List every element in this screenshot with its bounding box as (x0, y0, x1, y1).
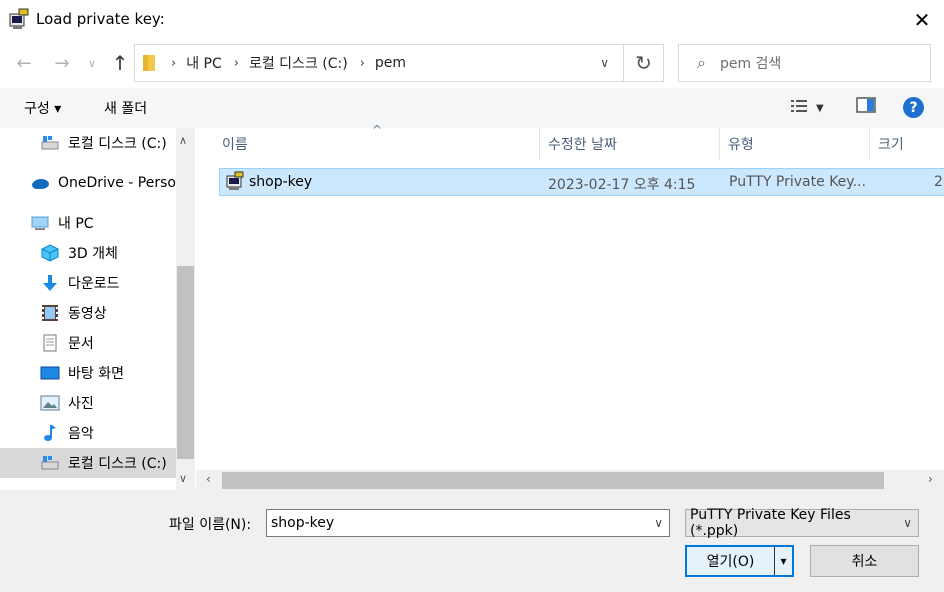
nav-item-local-disk-top[interactable]: 로컬 디스크 (C:) (0, 128, 176, 158)
breadcrumb-separator: › (359, 55, 365, 71)
music-icon (40, 424, 60, 442)
file-type-cell: PuTTY Private Key... (729, 174, 866, 190)
putty-key-icon (8, 8, 30, 30)
nav-item-label: 다운로드 (68, 276, 120, 292)
change-view-button[interactable]: ▼ (790, 96, 838, 120)
horizontal-scrollbar-thumb[interactable] (222, 472, 884, 489)
nav-item-label: 바탕 화면 (68, 366, 124, 382)
address-dropdown-button[interactable]: ∨ (600, 56, 609, 70)
open-button[interactable]: 열기(O) ▾ (685, 545, 794, 577)
filename-history-dropdown-icon[interactable]: ∨ (654, 516, 663, 530)
scroll-right-icon[interactable]: › (928, 472, 933, 486)
nav-item-3d-objects[interactable]: 3D 개체 (0, 238, 176, 268)
dialog-footer (0, 490, 944, 592)
breadcrumb-separator: › (171, 55, 177, 71)
column-header-label: 크기 (878, 137, 904, 153)
filename-input[interactable]: shop-key ∨ (266, 509, 670, 537)
column-header-name[interactable]: 이름 (214, 128, 540, 160)
file-size-cell: 2 (934, 174, 943, 190)
nav-item-music[interactable]: 음악 (0, 418, 176, 448)
scroll-down-icon[interactable]: ∨ (179, 472, 187, 485)
column-header-modified[interactable]: 수정한 날짜 (540, 128, 720, 160)
filename-value: shop-key (271, 515, 335, 531)
nav-item-label: 문서 (68, 336, 94, 352)
nav-item-label: 동영상 (68, 306, 107, 322)
ppk-file-icon (225, 171, 245, 191)
drive-icon (40, 134, 60, 152)
open-button-label: 열기(O) (706, 554, 755, 570)
nav-item-label: 사진 (68, 396, 94, 412)
up-button[interactable]: ↑ (106, 48, 134, 78)
breadcrumb-local-disk[interactable]: 로컬 디스크 (C:) (249, 53, 348, 73)
desktop-icon (40, 364, 60, 382)
video-icon (40, 304, 60, 322)
nav-item-label: 로컬 디스크 (C:) (68, 136, 167, 152)
nav-item-label: 로컬 디스크 (C:) (68, 456, 167, 472)
filename-label: 파일 이름(N): (169, 517, 252, 533)
preview-pane-button[interactable] (856, 96, 880, 120)
search-input[interactable]: ⌕ pem 검색 (678, 44, 931, 82)
folder-icon (143, 54, 157, 72)
computer-icon (30, 214, 50, 232)
nav-item-onedrive[interactable]: OneDrive - Persor (0, 168, 176, 198)
cloud-icon (30, 174, 50, 192)
nav-item-my-pc[interactable]: 내 PC (0, 208, 176, 238)
scroll-left-icon[interactable]: ‹ (206, 472, 211, 486)
nav-item-label: OneDrive - Persor (58, 175, 176, 191)
recent-locations-button[interactable]: ∨ (82, 48, 102, 78)
window-title: Load private key: (36, 10, 165, 28)
download-icon (40, 274, 60, 292)
picture-icon (40, 394, 60, 412)
refresh-button[interactable]: ↻ (623, 44, 664, 82)
filetype-value: PuTTY Private Key Files (*.ppk) (690, 507, 851, 539)
nav-scrollbar-thumb[interactable] (177, 266, 194, 459)
nav-item-local-disk-selected[interactable]: 로컬 디스크 (C:) (0, 448, 176, 478)
details-view-icon (790, 98, 808, 118)
cube-icon (40, 244, 60, 262)
scroll-up-icon[interactable]: ∧ (179, 134, 187, 147)
nav-item-documents[interactable]: 문서 (0, 328, 176, 358)
nav-item-desktop[interactable]: 바탕 화면 (0, 358, 176, 388)
breadcrumb-my-pc[interactable]: 내 PC (186, 53, 222, 73)
file-modified-cell: 2023-02-17 오후 4:15 (548, 177, 696, 193)
cancel-button[interactable]: 취소 (810, 545, 919, 577)
search-placeholder: pem 검색 (719, 56, 782, 72)
drive-icon (40, 454, 60, 472)
column-header-label: 이름 (222, 137, 248, 153)
nav-item-label: 내 PC (58, 216, 94, 232)
breadcrumb-separator: › (233, 55, 239, 71)
new-folder-button[interactable]: 새 폴더 (104, 98, 147, 118)
nav-item-videos[interactable]: 동영상 (0, 298, 176, 328)
nav-item-downloads[interactable]: 다운로드 (0, 268, 176, 298)
organize-button[interactable]: 구성 ▾ (24, 98, 61, 118)
nav-item-pictures[interactable]: 사진 (0, 388, 176, 418)
column-header-label: 유형 (728, 137, 754, 153)
close-button[interactable]: ✕ (900, 0, 944, 40)
document-icon (40, 334, 60, 352)
navigation-pane: 로컬 디스크 (C:) OneDrive - Persor 내 PC 3D 개체… (0, 128, 196, 490)
column-header-type[interactable]: 유형 (720, 128, 870, 160)
preview-pane-icon (856, 97, 876, 113)
nav-item-label: 음악 (68, 426, 94, 442)
open-dropdown-button[interactable]: ▾ (774, 547, 792, 575)
search-icon: ⌕ (697, 53, 706, 72)
forward-button[interactable]: → (48, 48, 76, 78)
file-name-cell: shop-key (249, 174, 313, 190)
help-button[interactable]: ? (903, 97, 924, 118)
breadcrumb-pem[interactable]: pem (375, 55, 406, 71)
filetype-select[interactable]: PuTTY Private Key Files (*.ppk) ∨ (685, 507, 919, 539)
nav-item-label: 3D 개체 (68, 246, 118, 262)
chevron-down-icon: ∨ (903, 516, 912, 530)
view-dropdown-icon: ▼ (816, 102, 824, 114)
column-header-label: 수정한 날짜 (548, 137, 617, 153)
column-header-size[interactable]: 크기 (870, 128, 944, 160)
back-button[interactable]: ← (10, 48, 38, 78)
address-bar[interactable]: › 내 PC › 로컬 디스크 (C:) › pem ∨ (134, 44, 624, 82)
